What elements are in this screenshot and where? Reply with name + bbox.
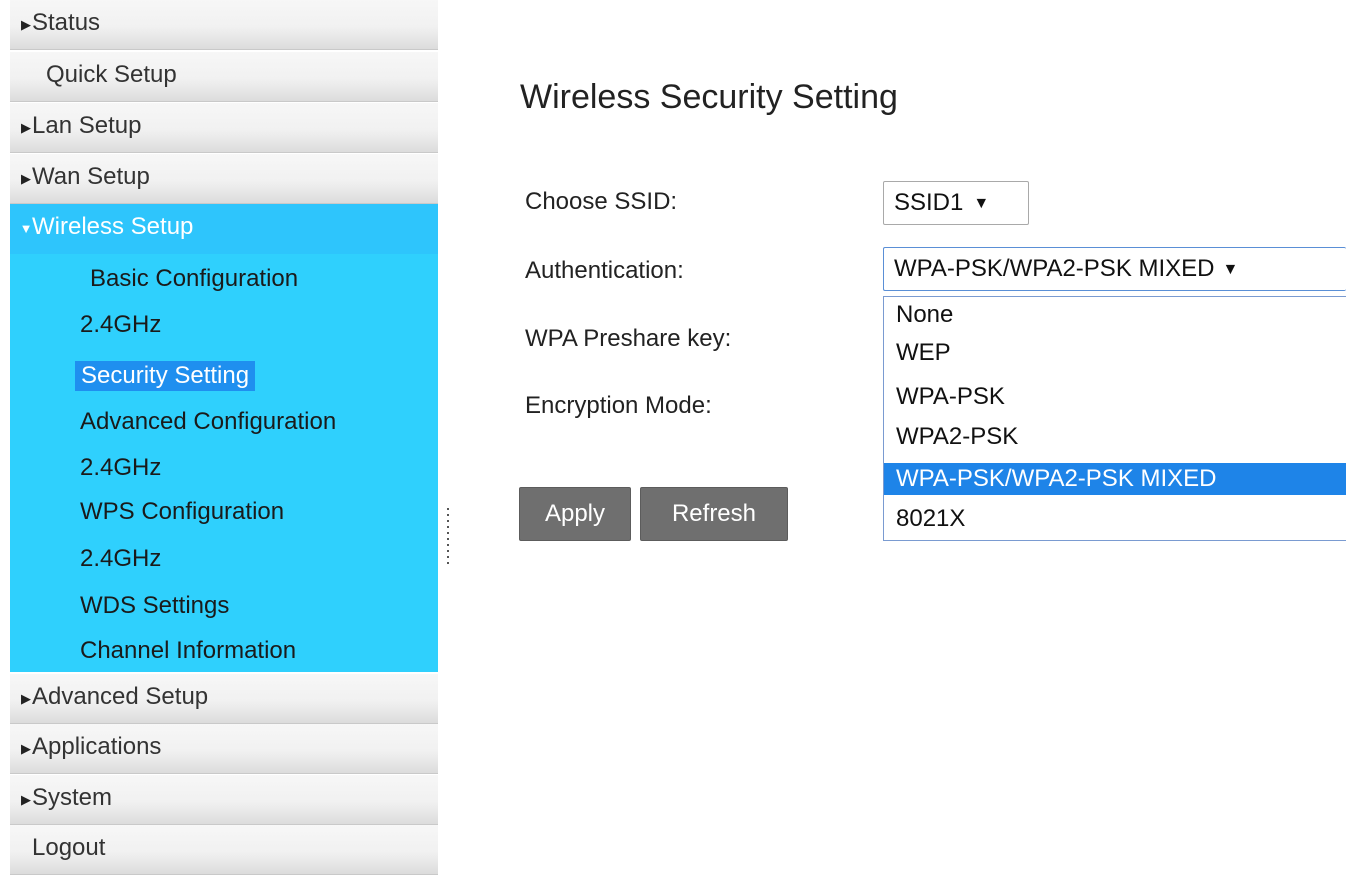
submenu-security-setting[interactable]: Security Setting: [75, 361, 256, 391]
sidebar-item-label: Lan Setup: [32, 112, 142, 139]
sidebar-item-label: System: [32, 784, 113, 811]
sidebar-item-label: Quick Setup: [46, 61, 177, 88]
auth-option-wpa-psk-wpa2-psk-mixed[interactable]: WPA-PSK/WPA2-PSK MIXED: [884, 463, 1346, 495]
apply-button[interactable]: Apply: [519, 487, 631, 541]
ssid-select-value: SSID1: [894, 189, 964, 216]
auth-option-wpa2-psk[interactable]: WPA2-PSK: [884, 421, 1346, 453]
auth-option-wpa-psk[interactable]: WPA-PSK: [884, 381, 1346, 413]
submenu-basic-configuration-band[interactable]: 2.4GHz: [80, 310, 161, 340]
submenu-channel-information[interactable]: Channel Information: [80, 636, 296, 666]
chevron-down-icon: ▼: [973, 195, 990, 212]
submenu-wps-configuration[interactable]: WPS Configuration: [80, 497, 284, 527]
sidebar-item-wireless-setup[interactable]: ▼ Wireless Setup: [10, 204, 438, 254]
sidebar-item-label: Advanced Setup: [32, 683, 209, 710]
wpa-preshare-key-label: WPA Preshare key:: [525, 325, 732, 352]
submenu-basic-configuration[interactable]: Basic Configuration: [90, 264, 298, 294]
sidebar-item-advanced-setup[interactable]: ▶ Advanced Setup: [10, 674, 438, 724]
encryption-mode-label: Encryption Mode:: [525, 392, 712, 419]
submenu-advanced-configuration-band[interactable]: 2.4GHz: [80, 453, 161, 483]
sidebar-item-system[interactable]: ▶ System: [10, 775, 438, 825]
wireless-submenu: Basic Configuration 2.4GHz Security Sett…: [10, 254, 438, 672]
submenu-advanced-configuration[interactable]: Advanced Configuration: [80, 407, 336, 437]
authentication-label: Authentication:: [525, 257, 684, 284]
chevron-down-icon: ▼: [1222, 261, 1239, 278]
sidebar-item-lan-setup[interactable]: ▶ Lan Setup: [10, 103, 438, 153]
sidebar-item-logout[interactable]: Logout: [10, 825, 438, 875]
authentication-dropdown-list: None WEP WPA-PSK WPA2-PSK WPA-PSK/WPA2-P…: [883, 296, 1346, 541]
submenu-wps-configuration-band[interactable]: 2.4GHz: [80, 544, 161, 574]
sidebar-item-label: Wireless Setup: [32, 213, 194, 240]
sidebar-item-applications[interactable]: ▶ Applications: [10, 724, 438, 774]
panel-resize-handle[interactable]: [446, 508, 450, 566]
auth-option-none[interactable]: None: [884, 299, 1346, 331]
sidebar-item-label: Applications: [32, 733, 162, 760]
sidebar-item-wan-setup[interactable]: ▶ Wan Setup: [10, 154, 438, 204]
auth-option-8021x[interactable]: 8021X: [884, 503, 1346, 535]
submenu-wds-settings[interactable]: WDS Settings: [80, 591, 229, 621]
ssid-select[interactable]: SSID1 ▼: [883, 181, 1029, 225]
sidebar-menu: ▶ Status Quick Setup ▶ Lan Setup ▶ Wan S…: [10, 0, 438, 875]
sidebar-item-label: Status: [32, 9, 101, 36]
choose-ssid-label: Choose SSID:: [525, 188, 678, 215]
authentication-select-value: WPA-PSK/WPA2-PSK MIXED: [894, 255, 1215, 282]
authentication-select[interactable]: WPA-PSK/WPA2-PSK MIXED ▼: [883, 247, 1346, 291]
auth-option-wep[interactable]: WEP: [884, 337, 1346, 369]
refresh-button[interactable]: Refresh: [640, 487, 788, 541]
sidebar-item-quick-setup[interactable]: Quick Setup: [10, 52, 438, 102]
sidebar-item-status[interactable]: ▶ Status: [10, 0, 438, 50]
sidebar-item-label: Wan Setup: [32, 163, 150, 190]
page-title: Wireless Security Setting: [520, 78, 898, 116]
